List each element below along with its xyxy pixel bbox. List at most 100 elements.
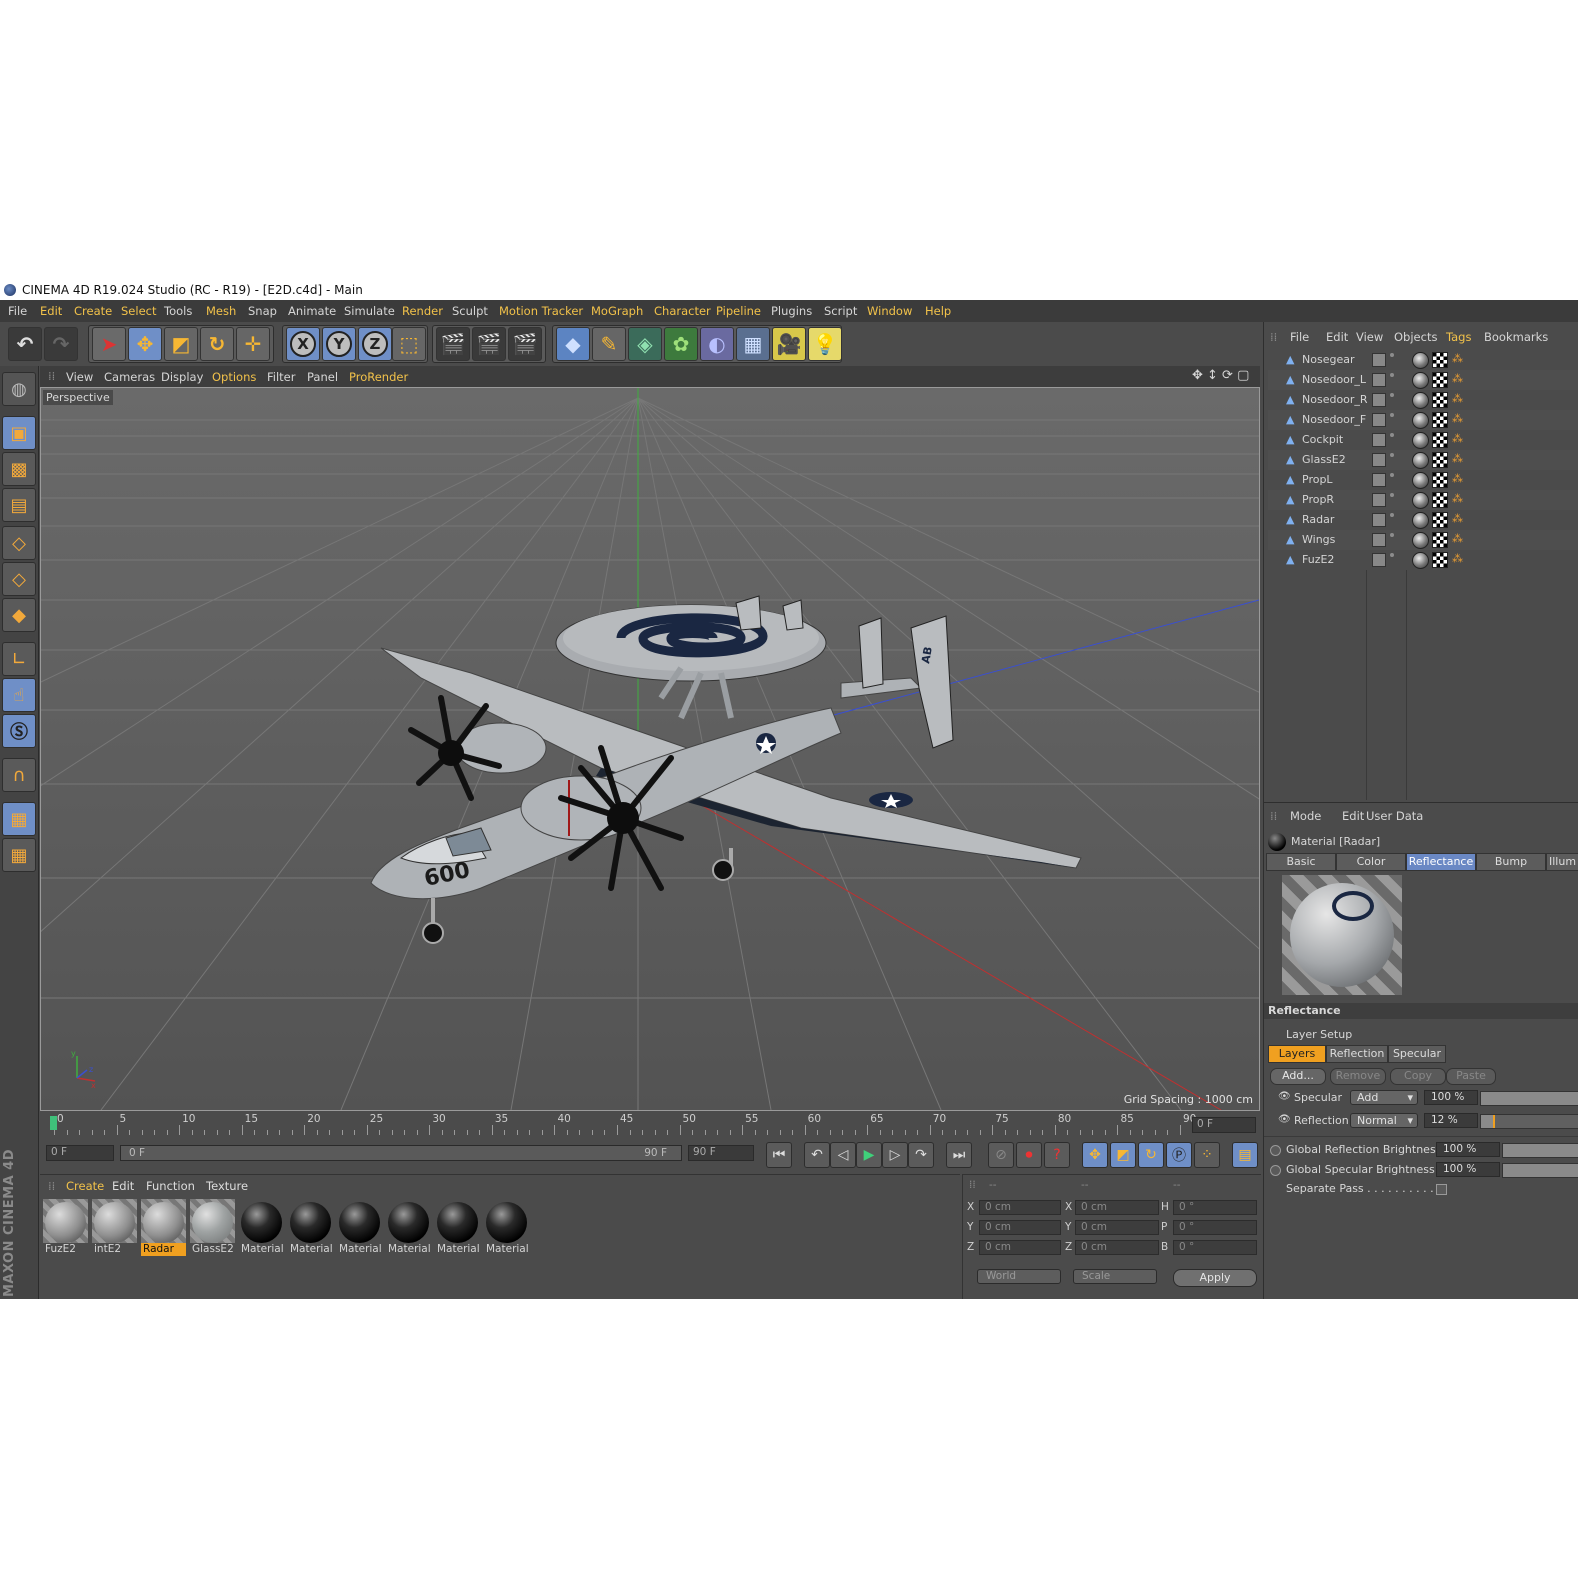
viewport-menu-view[interactable]: View xyxy=(66,370,93,384)
frame-range-slider[interactable]: 0 F 90 F xyxy=(120,1145,682,1161)
cube-object-icon[interactable]: ◆ xyxy=(556,327,590,361)
perspective-viewport[interactable]: 600 AB y x z Perspective Grid Spacing : … xyxy=(40,387,1260,1111)
key-position-icon[interactable]: ✥ xyxy=(1082,1142,1108,1168)
object-menu-tags[interactable]: Tags xyxy=(1446,330,1471,344)
specular-strength-field[interactable]: 100 % xyxy=(1424,1090,1478,1105)
layer-toggle-icon[interactable] xyxy=(1372,413,1386,427)
material-swatch[interactable]: FuzE2 xyxy=(43,1199,88,1256)
end-frame-field[interactable]: 90 F xyxy=(688,1145,754,1161)
visibility-dot-icon[interactable] xyxy=(1390,353,1394,357)
light-bulb-icon[interactable]: 💡 xyxy=(808,327,842,361)
points-mode-icon[interactable]: ◇ xyxy=(2,526,36,560)
phong-tag-icon[interactable]: ⁂ xyxy=(1452,412,1466,426)
recent-tool-icon[interactable]: ✛ xyxy=(236,327,270,361)
layer-toggle-icon[interactable] xyxy=(1372,533,1386,547)
phong-tag-icon[interactable]: ⁂ xyxy=(1452,512,1466,526)
object-row[interactable]: ▲ Radar ⁂ xyxy=(1268,510,1578,530)
material-swatch[interactable]: intE2 xyxy=(92,1199,137,1256)
layers-tab[interactable]: Layers xyxy=(1268,1045,1326,1063)
phong-tag-icon[interactable]: ⁂ xyxy=(1452,432,1466,446)
menu-window[interactable]: Window xyxy=(867,304,912,318)
visibility-dot-icon[interactable] xyxy=(1390,433,1394,437)
menu-select[interactable]: Select xyxy=(121,304,156,318)
deformer-icon[interactable]: ◐ xyxy=(700,327,734,361)
redo-icon[interactable]: ↷ xyxy=(44,327,78,361)
object-menu-bookmarks[interactable]: Bookmarks xyxy=(1484,330,1548,344)
object-row[interactable]: ▲ GlassE2 ⁂ xyxy=(1268,450,1578,470)
material-tag-icon[interactable] xyxy=(1412,432,1429,449)
object-menu-file[interactable]: File xyxy=(1290,330,1309,344)
rot-b-field[interactable]: 0 ° xyxy=(1173,1240,1257,1255)
object-row[interactable]: ▲ Cockpit ⁂ xyxy=(1268,430,1578,450)
menu-simulate[interactable]: Simulate xyxy=(344,304,395,318)
specular-strength-slider[interactable] xyxy=(1480,1091,1578,1106)
undo-icon[interactable]: ↶ xyxy=(8,327,42,361)
workplane-lock-icon[interactable]: ▦ xyxy=(2,802,36,836)
attribute-menu-edit[interactable]: Edit xyxy=(1342,809,1364,823)
menu-snap[interactable]: Snap xyxy=(248,304,277,318)
reflection-strength-slider[interactable] xyxy=(1480,1114,1578,1129)
phong-tag-icon[interactable]: ⁂ xyxy=(1452,492,1466,506)
material-tag-icon[interactable] xyxy=(1412,472,1429,489)
pos-x-field[interactable]: 0 cm xyxy=(979,1200,1061,1215)
material-tag-icon[interactable] xyxy=(1412,552,1429,569)
menu-mograph[interactable]: MoGraph xyxy=(591,304,643,318)
pen-spline-icon[interactable]: ✎ xyxy=(592,327,626,361)
tab-basic[interactable]: Basic xyxy=(1266,853,1336,871)
object-row[interactable]: ▲ Nosedoor_R ⁂ xyxy=(1268,390,1578,410)
key-scale-icon[interactable]: ◩ xyxy=(1110,1142,1136,1168)
polygons-mode-icon[interactable]: ◆ xyxy=(2,598,36,632)
reflection-layer-tab[interactable]: Reflection xyxy=(1326,1045,1388,1063)
layer-toggle-icon[interactable] xyxy=(1372,493,1386,507)
reflection-strength-field[interactable]: 12 % xyxy=(1424,1113,1478,1128)
go-to-previous-key-icon[interactable]: ↶ xyxy=(804,1142,830,1168)
scale-tool-icon[interactable]: ◩ xyxy=(164,327,198,361)
global-specular-slider[interactable] xyxy=(1502,1163,1578,1178)
floor-object-icon[interactable]: ▦ xyxy=(736,327,770,361)
texture-tag-icon[interactable] xyxy=(1432,472,1448,488)
material-swatch[interactable]: Material xyxy=(386,1199,431,1256)
planar-workplane-icon[interactable]: ▦ xyxy=(2,838,36,872)
rot-h-field[interactable]: 0 ° xyxy=(1173,1200,1257,1215)
menu-tools[interactable]: Tools xyxy=(164,304,192,318)
z-axis-lock-button[interactable]: Z xyxy=(358,327,392,361)
viewport-menu-cameras[interactable]: Cameras xyxy=(104,370,155,384)
texture-tag-icon[interactable] xyxy=(1432,532,1448,548)
visibility-dot-icon[interactable] xyxy=(1390,473,1394,477)
global-reflection-field[interactable]: 100 % xyxy=(1436,1142,1500,1157)
size-y-field[interactable]: 0 cm xyxy=(1075,1220,1159,1235)
remove-layer-button[interactable]: Remove xyxy=(1330,1068,1386,1085)
global-reflection-radio[interactable] xyxy=(1270,1145,1281,1156)
texture-mode-icon[interactable]: ▩ xyxy=(2,452,36,486)
next-frame-icon[interactable]: ▷ xyxy=(882,1142,908,1168)
rotate-tool-icon[interactable]: ↻ xyxy=(200,327,234,361)
attribute-menu-mode[interactable]: Mode xyxy=(1290,809,1321,823)
add-layer-button[interactable]: Add... xyxy=(1270,1068,1326,1085)
size-z-field[interactable]: 0 cm xyxy=(1075,1240,1159,1255)
phong-tag-icon[interactable]: ⁂ xyxy=(1452,352,1466,366)
timeline-window-icon[interactable]: ▤ xyxy=(1232,1142,1258,1168)
visibility-dot-icon[interactable] xyxy=(1390,373,1394,377)
texture-tag-icon[interactable] xyxy=(1432,432,1448,448)
menu-plugins[interactable]: Plugins xyxy=(771,304,812,318)
menu-mesh[interactable]: Mesh xyxy=(206,304,236,318)
start-frame-field[interactable]: 0 F xyxy=(46,1145,114,1161)
layer-toggle-icon[interactable] xyxy=(1372,473,1386,487)
phong-tag-icon[interactable]: ⁂ xyxy=(1452,472,1466,486)
go-to-start-icon[interactable]: ⏮ xyxy=(766,1142,792,1168)
key-parameter-icon[interactable]: Ⓟ xyxy=(1166,1142,1192,1168)
tab-illumination[interactable]: Illum xyxy=(1546,853,1578,871)
key-rotation-icon[interactable]: ↻ xyxy=(1138,1142,1164,1168)
menu-edit[interactable]: Edit xyxy=(40,304,62,318)
menu-file[interactable]: File xyxy=(8,304,27,318)
material-swatch[interactable]: Material xyxy=(435,1199,480,1256)
play-forward-icon[interactable]: ▶ xyxy=(856,1142,882,1168)
texture-tag-icon[interactable] xyxy=(1432,392,1448,408)
layer-toggle-icon[interactable] xyxy=(1372,453,1386,467)
menu-pipeline[interactable]: Pipeline xyxy=(716,304,761,318)
material-tag-icon[interactable] xyxy=(1412,512,1429,529)
playhead-marker[interactable] xyxy=(50,1116,57,1130)
material-swatch[interactable]: Material xyxy=(239,1199,284,1256)
keyframe-selection-icon[interactable]: ? xyxy=(1044,1142,1070,1168)
model-mode-icon[interactable]: ▣ xyxy=(2,416,36,450)
